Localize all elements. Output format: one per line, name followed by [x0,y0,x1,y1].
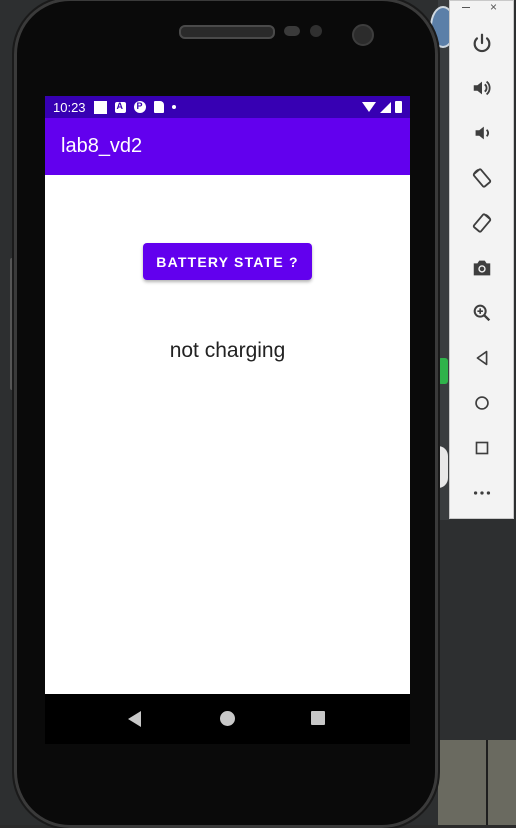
front-camera [352,24,374,46]
volume-up-icon[interactable] [467,73,497,103]
earpiece-speaker [179,25,275,39]
back-icon[interactable] [467,343,497,373]
app-title: lab8_vd2 [61,135,143,157]
camera-icon[interactable] [467,253,497,283]
nav-recent-apps-icon[interactable] [311,711,325,725]
light-sensor [310,25,322,37]
battery-status-text: not charging [169,339,286,362]
status-time: 10:23 [53,99,86,115]
background-green-element [438,358,448,384]
rotate-left-icon[interactable] [467,163,497,193]
main-content: BATTERY STATE ? not charging [45,175,410,694]
more-notifications-dot-icon [171,105,176,109]
close-button[interactable]: × [490,0,497,14]
battery-icon [395,101,402,113]
rotate-right-icon[interactable] [467,208,497,238]
nav-back-icon[interactable] [128,711,141,727]
background-white-element [438,446,448,488]
background-divider [486,740,488,825]
phone-frame: 10:23 lab8_vd2 BATTERY STATE ? not charg… [14,0,438,828]
navigation-bar [45,694,410,744]
overview-icon[interactable] [467,433,497,463]
battery-state-button[interactable]: BATTERY STATE ? [143,243,312,280]
minimize-button[interactable] [462,7,470,8]
background-image-strip [438,740,516,825]
signal-icon [380,101,391,113]
home-icon[interactable] [467,388,497,418]
proximity-sensor [284,26,300,36]
emulator-toolbar: × [449,0,514,519]
notification-square-icon [93,100,107,114]
zoom-icon[interactable] [467,298,497,328]
status-bar: 10:23 [45,96,410,118]
status-bar-right [362,101,402,113]
toolbar-window-controls: × [450,0,515,15]
sd-card-icon [153,101,164,113]
volume-down-icon[interactable] [467,118,497,148]
more-icon[interactable] [467,478,497,508]
nav-home-icon[interactable] [220,711,235,726]
wifi-icon [362,102,376,112]
device-screen: 10:23 lab8_vd2 BATTERY STATE ? not charg… [45,96,410,744]
notification-p-icon [133,101,146,113]
app-bar: lab8_vd2 [45,118,410,175]
notification-a-icon [114,101,126,113]
power-icon[interactable] [467,28,497,58]
